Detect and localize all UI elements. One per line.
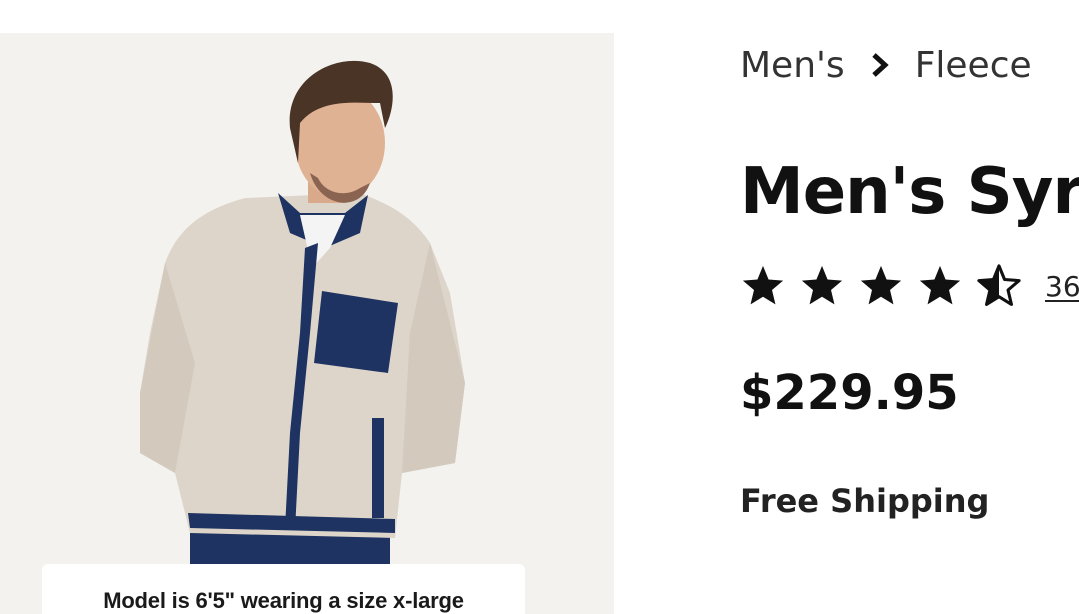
star-full-icon bbox=[801, 265, 843, 305]
star-rating[interactable]: 36 bbox=[740, 262, 1079, 310]
star-half-icon bbox=[977, 264, 1021, 306]
star-full-icon bbox=[919, 265, 961, 305]
model-size-caption: Model is 6'5" wearing a size x-large bbox=[42, 564, 525, 614]
breadcrumb: Men's Fleece bbox=[740, 42, 1032, 88]
breadcrumb-item-mens[interactable]: Men's bbox=[740, 45, 845, 86]
star-full-icon bbox=[860, 265, 902, 305]
product-price: $229.95 bbox=[740, 365, 959, 421]
review-count-link[interactable]: 36 bbox=[1045, 270, 1079, 303]
product-image[interactable]: Model is 6'5" wearing a size x-large bbox=[0, 33, 614, 614]
chevron-right-icon bbox=[857, 42, 903, 88]
breadcrumb-item-fleece[interactable]: Fleece bbox=[915, 45, 1032, 86]
product-photo bbox=[140, 60, 465, 614]
shipping-info: Free Shipping bbox=[740, 482, 990, 520]
product-title: Men's Syr bbox=[740, 155, 1079, 229]
star-full-icon bbox=[742, 265, 784, 305]
